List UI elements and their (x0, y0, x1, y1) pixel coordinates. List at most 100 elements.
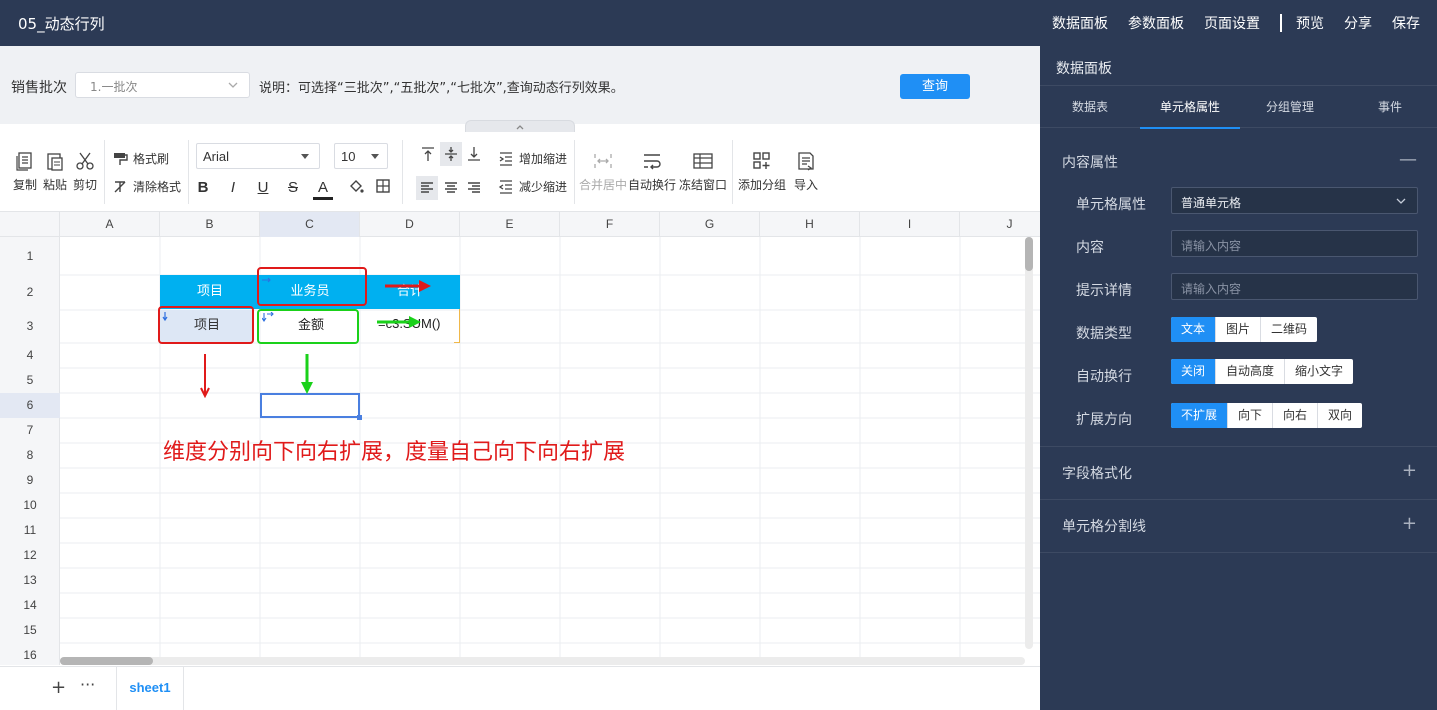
data-type-qrcode[interactable]: 二维码 (1261, 317, 1317, 342)
border-button[interactable] (373, 178, 393, 198)
row-header-5[interactable]: 5 (0, 368, 60, 393)
clear-format-button[interactable]: 清除格式 (112, 178, 181, 195)
wrap-auto-height[interactable]: 自动高度 (1216, 359, 1286, 384)
col-header-e[interactable]: E (460, 212, 560, 237)
strikethrough-button[interactable]: S (283, 178, 303, 198)
align-right-icon[interactable] (466, 180, 482, 196)
row-header-12[interactable]: 12 (0, 543, 60, 568)
row-header-9[interactable]: 9 (0, 468, 60, 493)
col-header-h[interactable]: H (760, 212, 860, 237)
horizontal-scroll-thumb[interactable] (60, 657, 153, 665)
nav-share[interactable]: 分享 (1344, 13, 1372, 33)
row-header-15[interactable]: 15 (0, 618, 60, 643)
nav-data-panel[interactable]: 数据面板 (1052, 13, 1108, 33)
font-color-button[interactable]: A (313, 178, 333, 200)
copy-button[interactable]: 复制 (10, 150, 40, 193)
cell-attr-select[interactable]: 普通单元格 (1171, 187, 1418, 214)
font-size-select[interactable]: 10 (334, 143, 388, 169)
row-header-13[interactable]: 13 (0, 568, 60, 593)
chevron-up-icon (516, 125, 524, 130)
tip-input[interactable]: 请输入内容 (1171, 273, 1418, 300)
vertical-scrollbar[interactable] (1025, 237, 1033, 649)
sheet-tab[interactable]: sheet1 (116, 667, 184, 710)
content-input[interactable]: 请输入内容 (1171, 230, 1418, 257)
align-top-icon[interactable] (420, 146, 436, 162)
cut-button[interactable]: 剪切 (70, 150, 100, 193)
nav-param-panel[interactable]: 参数面板 (1128, 13, 1184, 33)
align-bottom-icon[interactable] (466, 146, 482, 162)
spreadsheet-grid[interactable]: A B C D E F G H I J 1 2 3 4 5 6 7 8 9 10… (0, 212, 1040, 665)
row-header-8[interactable]: 8 (0, 443, 60, 468)
col-header-c[interactable]: C (260, 212, 360, 237)
auto-wrap-button[interactable]: 自动换行 (628, 150, 676, 193)
expand-right[interactable]: 向右 (1273, 403, 1319, 428)
row-header-1[interactable]: 1 (0, 237, 60, 275)
indent-increase-button[interactable]: 增加缩进 (498, 150, 567, 167)
align-middle-button[interactable] (440, 142, 462, 166)
collapse-toolbar-toggle[interactable] (465, 120, 575, 132)
col-header-j[interactable]: J (960, 212, 1040, 237)
nav-save[interactable]: 保存 (1392, 13, 1420, 33)
wrap-shrink-text[interactable]: 缩小文字 (1285, 359, 1353, 384)
format-painter-button[interactable]: 格式刷 (112, 150, 169, 167)
data-type-image[interactable]: 图片 (1216, 317, 1262, 342)
expand-icon[interactable]: + (1402, 460, 1417, 481)
row-header-3[interactable]: 3 (0, 310, 60, 343)
fill-color-button[interactable] (346, 178, 366, 198)
merge-center-button[interactable]: 合并居中 (579, 150, 627, 193)
font-family-select[interactable]: Arial (196, 143, 320, 169)
col-header-f[interactable]: F (560, 212, 660, 237)
align-center-icon[interactable] (443, 180, 459, 196)
col-header-i[interactable]: I (860, 212, 960, 237)
row-header-14[interactable]: 14 (0, 593, 60, 618)
bold-button[interactable]: B (193, 178, 213, 198)
nav-preview[interactable]: 预览 (1296, 13, 1324, 33)
add-sheet-button[interactable]: + (51, 677, 66, 698)
expand-none[interactable]: 不扩展 (1171, 403, 1229, 428)
col-header-g[interactable]: G (660, 212, 760, 237)
row-header-7[interactable]: 7 (0, 418, 60, 443)
col-header-a[interactable]: A (60, 212, 160, 237)
wrap-off[interactable]: 关闭 (1171, 359, 1217, 384)
data-type-text[interactable]: 文本 (1171, 317, 1217, 342)
tab-events[interactable]: 事件 (1340, 86, 1437, 128)
paste-button[interactable]: 粘贴 (40, 150, 70, 193)
batch-select[interactable]: 1.一批次 (75, 72, 250, 98)
query-button[interactable]: 查询 (900, 74, 970, 99)
divider-section-header[interactable]: 单元格分割线 (1062, 516, 1146, 536)
field-format-section-header[interactable]: 字段格式化 (1062, 463, 1132, 483)
tab-data-table[interactable]: 数据表 (1040, 86, 1140, 128)
cell-attr-value: 普通单元格 (1181, 196, 1242, 210)
corner-cell[interactable] (0, 212, 60, 237)
horizontal-scrollbar[interactable] (60, 657, 1025, 665)
expand-both[interactable]: 双向 (1318, 403, 1362, 428)
more-sheets-button[interactable]: ··· (80, 675, 95, 694)
italic-button[interactable]: I (223, 178, 243, 198)
content-section-header[interactable]: 内容属性 (1062, 152, 1118, 172)
collapse-icon[interactable]: — (1399, 149, 1417, 170)
add-group-button[interactable]: 添加分组 (737, 150, 787, 193)
toolbar-divider (732, 140, 733, 204)
selected-cell-c6[interactable] (260, 393, 360, 418)
row-header-10[interactable]: 10 (0, 493, 60, 518)
tab-cell-attributes[interactable]: 单元格属性 (1140, 86, 1240, 129)
vertical-scroll-thumb[interactable] (1025, 237, 1033, 271)
nav-page-settings[interactable]: 页面设置 (1204, 13, 1260, 33)
expand-down[interactable]: 向下 (1228, 403, 1274, 428)
col-header-d[interactable]: D (360, 212, 460, 237)
fill-handle[interactable] (357, 415, 362, 420)
freeze-button[interactable]: 冻结窗口 (678, 150, 728, 193)
underline-button[interactable]: U (253, 178, 273, 198)
align-left-button[interactable] (416, 176, 438, 200)
row-header-16[interactable]: 16 (0, 643, 60, 665)
expand-icon[interactable]: + (1402, 513, 1417, 534)
row-header-4[interactable]: 4 (0, 343, 60, 368)
import-button[interactable]: 导入 (790, 150, 822, 193)
row-header-11[interactable]: 11 (0, 518, 60, 543)
tab-group-management[interactable]: 分组管理 (1240, 86, 1340, 128)
indent-decrease-button[interactable]: 减少缩进 (498, 178, 567, 195)
cell-b2[interactable]: 项目 (160, 275, 260, 309)
col-header-b[interactable]: B (160, 212, 260, 237)
row-header-6[interactable]: 6 (0, 393, 60, 418)
row-header-2[interactable]: 2 (0, 275, 60, 310)
